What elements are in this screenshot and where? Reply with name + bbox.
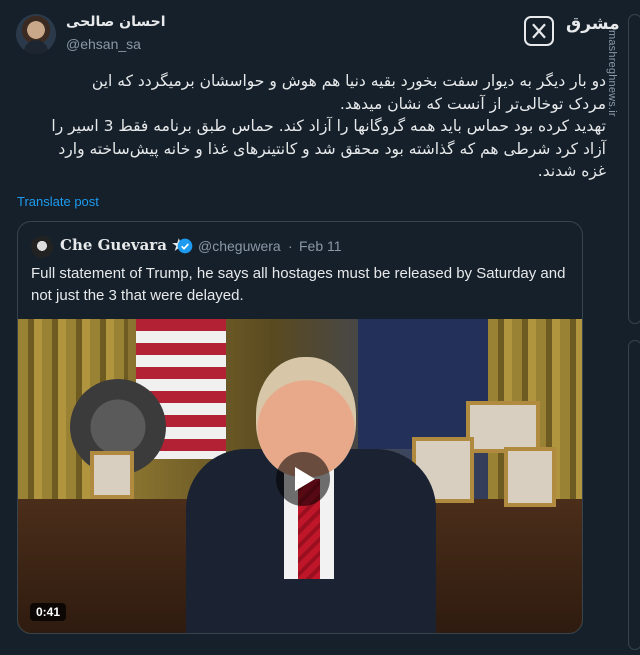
quoted-text: Full statement of Trump, he says all hos… (31, 265, 566, 304)
side-panel-edge (628, 340, 640, 650)
quoted-author-name[interactable]: Che Guevara ★ (60, 236, 186, 254)
author-avatar[interactable] (16, 14, 56, 54)
tweet-text: دو بار دیگر به دیوار سفت بخورد بقیه دنیا… (51, 72, 606, 180)
x-logo-icon (524, 16, 554, 46)
play-icon (295, 467, 315, 491)
video-player[interactable]: 0:41 (18, 319, 582, 633)
quoted-author-handle[interactable]: @cheguwera (198, 238, 281, 254)
video-photo-frame (466, 401, 540, 453)
tweet-card: احسان صالحی @ehsan_sa مشرق mashreghnews.… (0, 0, 640, 655)
video-photo-frame (90, 451, 134, 499)
quoted-author-avatar[interactable] (31, 236, 53, 258)
quoted-author-name-text: Che Guevara (60, 236, 167, 254)
translate-post-link[interactable]: Translate post (17, 194, 99, 209)
x-logo-glyph (532, 23, 546, 39)
quoted-date[interactable]: Feb 11 (299, 238, 342, 254)
video-duration: 0:41 (30, 603, 67, 621)
quoted-tweet[interactable]: Che Guevara ★ @cheguwera · Feb 11 Full s… (17, 221, 583, 634)
watermark-text: mashreghnews.ir (606, 30, 618, 117)
side-panel-edge (628, 14, 640, 324)
verified-badge-icon (177, 238, 193, 254)
video-photo-frame (504, 447, 556, 507)
author-name[interactable]: احسان صالحی (66, 14, 166, 30)
play-button[interactable] (276, 452, 330, 506)
author-handle[interactable]: @ehsan_sa (66, 36, 141, 52)
quoted-separator: · (288, 238, 293, 254)
